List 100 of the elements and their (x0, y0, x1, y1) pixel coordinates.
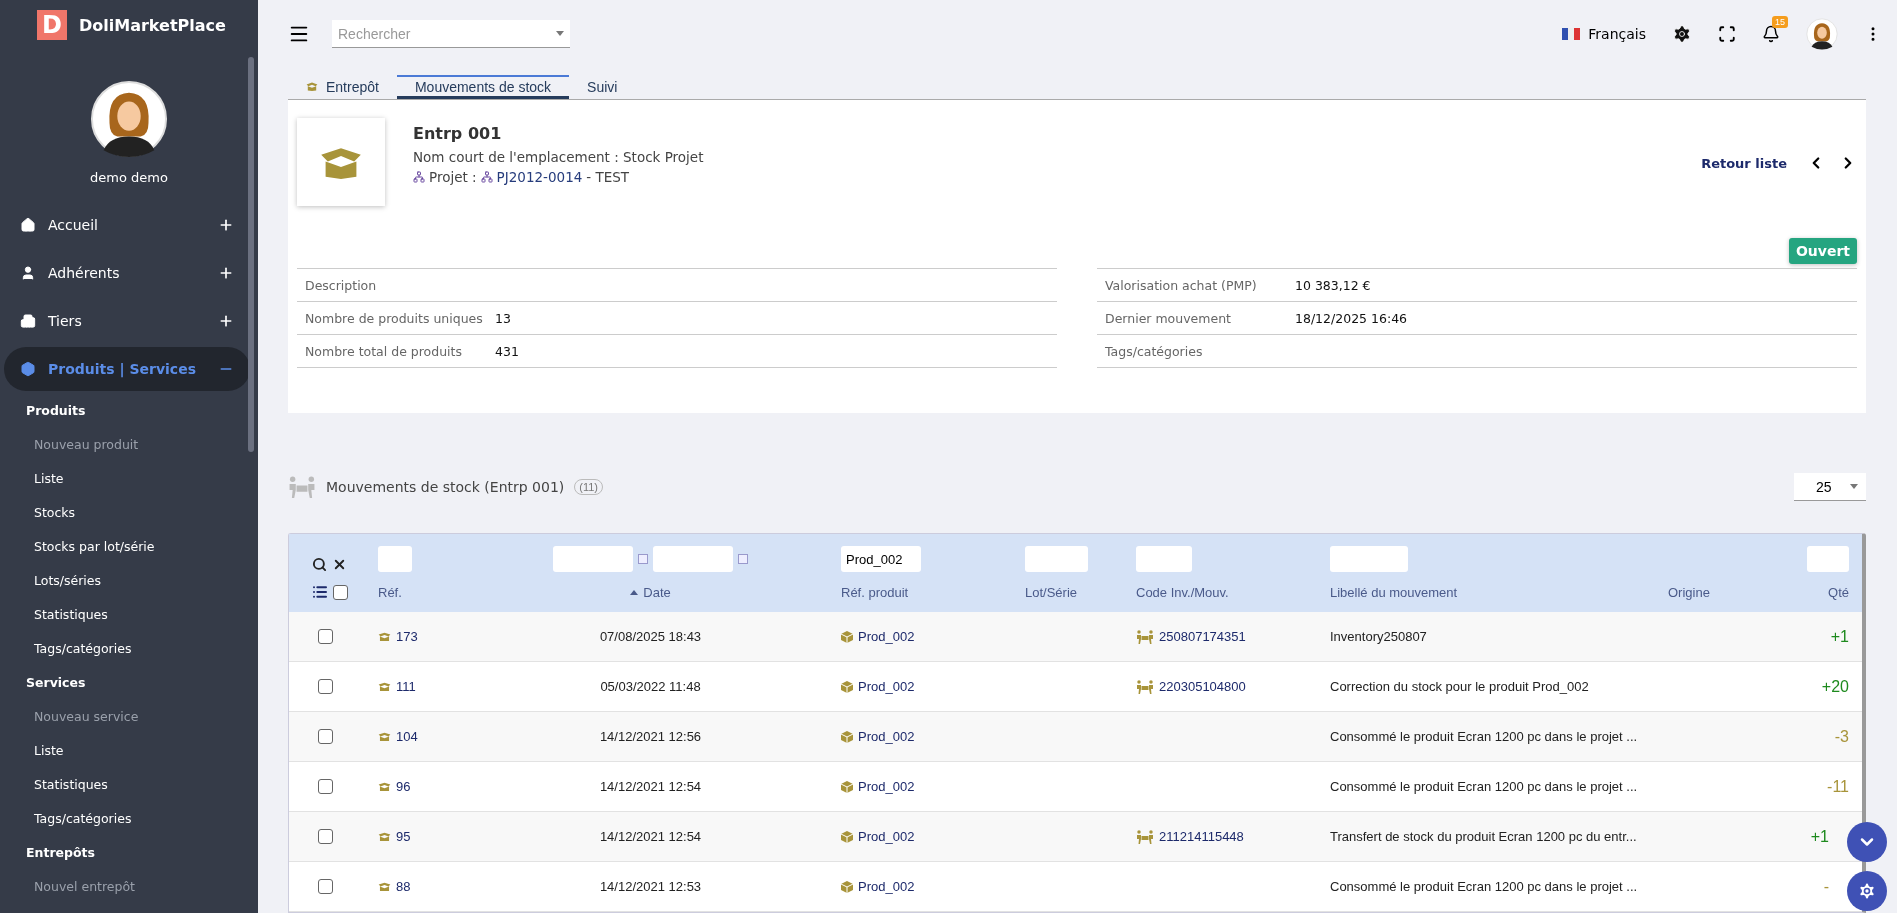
product-link[interactable]: Prod_002 (858, 729, 915, 744)
user-avatar[interactable] (1806, 18, 1838, 50)
inventory-code-link[interactable]: 250807174351 (1159, 629, 1246, 644)
project-label: Projet : (429, 169, 477, 185)
people-carrying-box-icon (1136, 629, 1154, 644)
column-header[interactable]: Date (643, 584, 671, 600)
inventory-code-link[interactable]: 220305104800 (1159, 679, 1246, 694)
box-icon (378, 681, 391, 692)
column-header[interactable]: Qté (1828, 584, 1849, 600)
tab[interactable]: Mouvements de stock (396, 75, 570, 99)
menu-link[interactable]: Stocks (0, 495, 258, 529)
date-field[interactable] (553, 546, 633, 572)
movement-link[interactable]: 95 (396, 829, 411, 844)
product-link[interactable]: Prod_002 (858, 629, 915, 644)
row-checkbox[interactable] (318, 679, 333, 694)
table-cell: 14/12/2021 12:54 (599, 829, 702, 844)
movement-link[interactable]: 104 (396, 729, 418, 744)
logo: D (37, 10, 67, 40)
filter-field[interactable] (378, 546, 412, 572)
column-header[interactable]: Code Inv./Mouv. (1136, 584, 1229, 600)
expand-icon[interactable] (218, 313, 234, 329)
column-header[interactable]: Lot/Série (1025, 584, 1078, 600)
caret-icon (556, 31, 564, 36)
network-icon (480, 171, 493, 183)
expand-icon[interactable] (218, 217, 234, 233)
people-carrying-box-icon (1136, 679, 1154, 694)
date-field[interactable] (653, 546, 733, 572)
field-label: Dernier mouvement (1105, 310, 1232, 326)
table-cell: 05/03/2022 11:48 (600, 679, 701, 694)
menu-link[interactable]: Stocks par lot/série (0, 529, 258, 563)
menu-link[interactable]: Tags/catégories (0, 631, 258, 665)
field-label: Nombre total de produits (305, 343, 463, 359)
menu-link[interactable]: Statistiques (0, 597, 258, 631)
menu-section[interactable]: Entrepôts (0, 835, 258, 869)
menu-link[interactable]: Liste (0, 461, 258, 495)
language-selector[interactable]: Français (1562, 26, 1646, 42)
menu-section[interactable]: Services (0, 665, 258, 699)
movement-link[interactable]: 88 (396, 879, 411, 894)
cube-icon (841, 680, 853, 693)
cube-icon (841, 630, 853, 643)
tab[interactable]: Suivi (569, 75, 636, 99)
filter-field[interactable]: Prod_002 (841, 546, 921, 572)
menu-link[interactable]: Nouveau service (0, 699, 258, 733)
product-link[interactable]: Prod_002 (858, 829, 915, 844)
menu-link[interactable]: Liste (0, 733, 258, 767)
menu-item[interactable]: Adhérents (4, 251, 250, 295)
movement-link[interactable]: 173 (396, 629, 418, 644)
filter-field[interactable] (1025, 546, 1088, 572)
settings-button[interactable] (1847, 871, 1887, 911)
scroll-down-button[interactable] (1847, 822, 1887, 862)
quantity: +1 (1810, 827, 1829, 846)
menu-link[interactable]: Nouveau produit (0, 427, 258, 461)
list-icon[interactable] (311, 584, 328, 600)
menu-link[interactable]: Tags/catégories (0, 801, 258, 835)
settings-icon (1857, 881, 1877, 901)
column-header[interactable]: Origine (1668, 584, 1710, 600)
menu-link[interactable]: Statistiques (0, 767, 258, 801)
menu-section[interactable]: Produits (0, 393, 258, 427)
settings-icon[interactable] (1672, 24, 1692, 44)
quantity: +20 (1821, 677, 1849, 696)
filter-field[interactable] (1807, 546, 1849, 572)
menu-item[interactable]: Tiers (4, 299, 250, 343)
menu-link[interactable]: Nouvel entrepôt (0, 869, 258, 903)
row-checkbox[interactable] (318, 879, 333, 894)
row-checkbox[interactable] (318, 629, 333, 644)
product-link[interactable]: Prod_002 (858, 779, 915, 794)
filter-field[interactable] (1136, 546, 1192, 572)
project-link[interactable]: PJ2012-0014 (496, 169, 583, 185)
menu-item[interactable]: Produits | Services (4, 347, 250, 391)
column-header[interactable]: Libellé du mouvement (1330, 584, 1458, 600)
short-name: Nom court de l'emplacement : Stock Projet (413, 149, 704, 165)
filter-field[interactable] (1330, 546, 1408, 572)
table-cell: 14/12/2021 12:53 (599, 879, 702, 894)
checkbox[interactable] (332, 584, 348, 600)
expand-icon[interactable] (218, 265, 234, 281)
row-checkbox[interactable] (318, 729, 333, 744)
menu-item[interactable]: Accueil (4, 203, 250, 247)
quantity: -11 (1827, 777, 1849, 796)
tab[interactable]: Entrepôt (288, 75, 397, 99)
product-link[interactable]: Prod_002 (858, 879, 915, 894)
fullscreen-icon[interactable] (1718, 25, 1736, 43)
status-badge: Ouvert (1788, 238, 1857, 264)
back-to-list-link[interactable]: Retour liste (1701, 155, 1787, 171)
field-value: 10 383,12 € (1295, 277, 1372, 293)
search-icon[interactable] (312, 557, 327, 572)
column-header[interactable]: Réf. (378, 584, 402, 600)
column-header[interactable]: Réf. produit (841, 584, 909, 600)
movement-link[interactable]: 96 (396, 779, 411, 794)
close-icon[interactable] (332, 557, 347, 572)
page-size-select[interactable]: 25 (1794, 473, 1866, 501)
field-label: Nombre de produits uniques (305, 310, 484, 326)
notification-icon[interactable] (1762, 25, 1780, 43)
row-checkbox[interactable] (318, 829, 333, 844)
row-checkbox[interactable] (318, 779, 333, 794)
product-link[interactable]: Prod_002 (858, 679, 915, 694)
box-icon (378, 731, 391, 742)
movement-link[interactable]: 111 (396, 679, 416, 694)
notification-badge: 15 (1772, 16, 1788, 28)
inventory-code-link[interactable]: 211214115448 (1159, 829, 1244, 844)
menu-link[interactable]: Lots/séries (0, 563, 258, 597)
